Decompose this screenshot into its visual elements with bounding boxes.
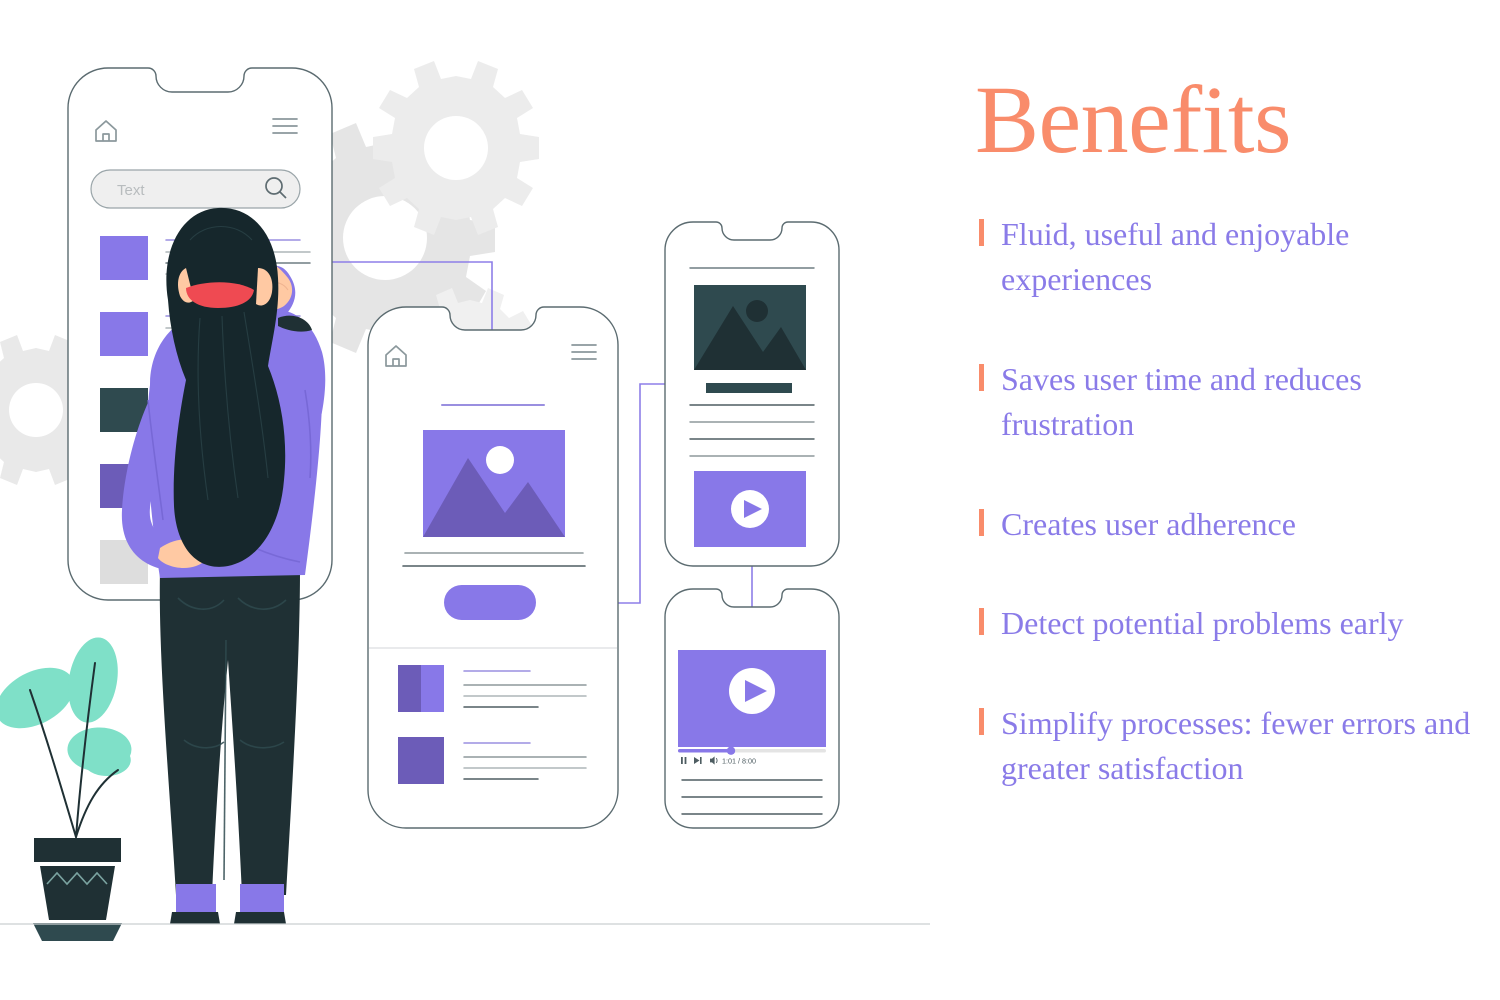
list-thumbnail (100, 236, 148, 280)
list-thumbnail (100, 312, 148, 356)
bullet-marker-icon (979, 508, 984, 536)
potted-plant (0, 637, 132, 941)
bullet-marker-icon (979, 707, 984, 735)
benefit-text: Saves user time and reduces frustration (1001, 360, 1362, 443)
video-thumbnail[interactable] (694, 471, 806, 547)
phone-three-media-screen[interactable] (664, 221, 840, 567)
progress-handle (726, 746, 736, 755)
benefit-item-saves-time: Saves user time and reduces frustration (973, 357, 1500, 448)
benefits-list: Fluid, useful and enjoyable experiences … (973, 212, 1500, 792)
phone-two-article-screen[interactable] (367, 306, 619, 829)
benefit-item-fluid-experiences: Fluid, useful and enjoyable experiences (973, 212, 1500, 303)
bullet-marker-icon (979, 219, 984, 246)
video-timestamp: 1:01 / 8:00 (722, 757, 756, 766)
pot-rim (34, 838, 121, 862)
page-title: Benefits (975, 66, 1291, 173)
slide-root: Text 1:01 / 8:00 Benefits Fluid, useful … (0, 0, 1500, 1000)
jeans (159, 570, 300, 895)
bullet-marker-icon (979, 608, 984, 636)
cta-button[interactable] (444, 585, 536, 620)
video-player[interactable] (678, 650, 826, 747)
image-placeholder-icon (423, 430, 565, 537)
benefit-item-simplify-processes: Simplify processes: fewer errors and gre… (973, 701, 1500, 792)
ui-design-illustration: Text 1:01 / 8:00 (0, 0, 940, 1000)
search-input[interactable]: Text (90, 169, 301, 209)
benefit-text: Detect potential problems early (1001, 605, 1404, 642)
benefit-text: Simplify processes: fewer errors and gre… (1001, 704, 1471, 787)
benefit-item-user-adherence: Creates user adherence (973, 502, 1500, 547)
bullet-marker-icon (979, 363, 984, 391)
content-panel: Benefits Fluid, useful and enjoyable exp… (965, 0, 1500, 1000)
benefit-text: Fluid, useful and enjoyable experiences (1001, 216, 1350, 298)
progress-fill (678, 749, 731, 753)
benefit-item-detect-problems: Detect potential problems early (973, 601, 1500, 646)
heading-bar (706, 383, 792, 393)
benefit-text: Creates user adherence (1001, 505, 1296, 542)
search-placeholder: Text (117, 182, 145, 199)
image-placeholder-icon (694, 285, 806, 370)
pot-base (33, 923, 122, 941)
phone-four-video-player-screen[interactable]: 1:01 / 8:00 (664, 588, 840, 829)
